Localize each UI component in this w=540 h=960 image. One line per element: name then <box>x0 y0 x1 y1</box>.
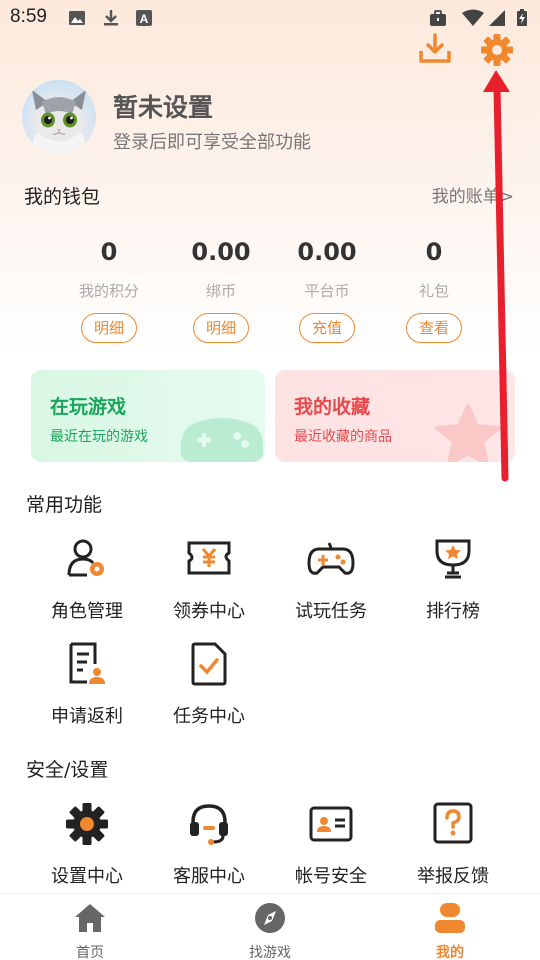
function-label: 客服中心 <box>173 866 245 887</box>
my-favorites-card[interactable]: 我的收藏 最近收藏的商品 <box>275 370 515 462</box>
wallet-value: 0.00 <box>297 238 357 266</box>
work-profile-icon <box>430 10 446 26</box>
common-functions-title: 常用功能 <box>26 494 103 516</box>
id-card-icon <box>309 806 353 842</box>
signal-icon <box>489 10 505 26</box>
function-label: 试玩任务 <box>295 601 367 622</box>
points-detail-button[interactable]: 明细 <box>81 313 137 343</box>
task-doc-icon <box>191 642 227 686</box>
image-notification-icon <box>69 11 85 25</box>
role-manage-icon <box>67 539 104 577</box>
bound-coins-detail-button[interactable]: 明细 <box>193 313 249 343</box>
headset-icon <box>190 804 228 845</box>
playing-games-subtitle: 最近在玩的游戏 <box>50 429 148 445</box>
function-label: 设置中心 <box>51 866 123 887</box>
settings-icon[interactable] <box>480 33 514 67</box>
svg-text:A: A <box>140 12 149 26</box>
coupon-center-button[interactable]: 领券中心 <box>149 535 269 623</box>
customer-service-button[interactable]: 客服中心 <box>149 800 269 888</box>
profile-login-hint: 登录后即可享受全部功能 <box>113 132 311 153</box>
wifi-icon <box>462 9 484 26</box>
wallet-bound-coins: 0.00 绑币 明细 <box>171 238 271 343</box>
apply-rebate-button[interactable]: 申请返利 <box>27 640 147 728</box>
function-label: 任务中心 <box>173 706 245 727</box>
view-gifts-button[interactable]: 查看 <box>406 313 462 343</box>
function-label: 举报反馈 <box>417 866 489 887</box>
my-favorites-title: 我的收藏 <box>294 396 371 418</box>
leaderboard-button[interactable]: 排行榜 <box>393 535 513 623</box>
avatar[interactable] <box>22 80 96 154</box>
wallet-label: 礼包 <box>418 282 449 300</box>
trial-task-button[interactable]: 试玩任务 <box>271 535 391 623</box>
playing-games-title: 在玩游戏 <box>50 396 127 418</box>
wallet-value: 0 <box>100 238 118 266</box>
wallet-platform-coins: 0.00 平台币 充值 <box>277 238 377 343</box>
wallet-title: 我的钱包 <box>24 186 101 208</box>
security-settings-title: 安全/设置 <box>26 759 109 781</box>
wallet-label: 平台币 <box>304 282 350 300</box>
task-center-button[interactable]: 任务中心 <box>149 640 269 728</box>
compass-icon <box>255 903 285 933</box>
home-icon <box>75 904 105 932</box>
status-time: 8:59 <box>10 6 47 27</box>
report-feedback-button[interactable]: 举报反馈 <box>393 800 513 888</box>
wallet-label: 绑币 <box>205 282 236 300</box>
profile-name: 暂未设置 <box>113 93 214 122</box>
gamepad-icon <box>307 542 355 575</box>
function-label: 申请返利 <box>51 706 123 727</box>
my-favorites-subtitle: 最近收藏的商品 <box>294 429 392 445</box>
wallet-value: 0.00 <box>191 238 251 266</box>
coupon-icon <box>187 541 231 575</box>
cat-avatar-icon <box>32 90 86 154</box>
user-icon <box>435 903 465 933</box>
function-label: 排行榜 <box>426 601 480 622</box>
a-notification-icon: A <box>136 10 152 26</box>
gamepad-watermark-icon <box>180 418 264 462</box>
tab-label: 找游戏 <box>249 945 291 960</box>
function-label: 角色管理 <box>51 601 123 622</box>
trophy-icon <box>435 539 471 579</box>
bottom-tab-bar: 首页 找游戏 我的 <box>0 893 540 960</box>
tab-label: 首页 <box>76 945 104 960</box>
star-watermark-icon <box>435 404 501 462</box>
playing-games-card[interactable]: 在玩游戏 最近在玩的游戏 <box>31 370 265 462</box>
profile-header[interactable]: 暂未设置 登录后即可享受全部功能 <box>22 80 522 156</box>
download-manager-icon[interactable] <box>418 33 452 67</box>
settings-center-button[interactable]: 设置中心 <box>27 800 147 888</box>
recharge-button[interactable]: 充值 <box>299 313 355 343</box>
wallet-points: 0 我的积分 明细 <box>59 238 159 343</box>
battery-icon <box>517 9 527 26</box>
wallet-label: 我的积分 <box>78 282 139 300</box>
tab-mine[interactable]: 我的 <box>390 902 510 960</box>
settings-gear-icon <box>66 803 108 845</box>
tab-find-games[interactable]: 找游戏 <box>210 902 330 960</box>
wallet-gift-packs: 0 礼包 查看 <box>384 238 484 343</box>
function-label: 帐号安全 <box>295 866 367 887</box>
function-label: 领券中心 <box>173 601 245 622</box>
tab-home[interactable]: 首页 <box>30 902 150 960</box>
status-bar: 8:59 A <box>0 0 540 36</box>
tab-label: 我的 <box>436 945 464 960</box>
wallet-value: 0 <box>425 238 443 266</box>
role-manage-button[interactable]: 角色管理 <box>27 535 147 623</box>
question-icon <box>433 802 473 844</box>
my-bills-link[interactable]: 我的账单> <box>432 182 514 207</box>
download-notification-icon <box>104 10 118 26</box>
rebate-doc-icon <box>69 642 105 684</box>
account-security-button[interactable]: 帐号安全 <box>271 800 391 888</box>
